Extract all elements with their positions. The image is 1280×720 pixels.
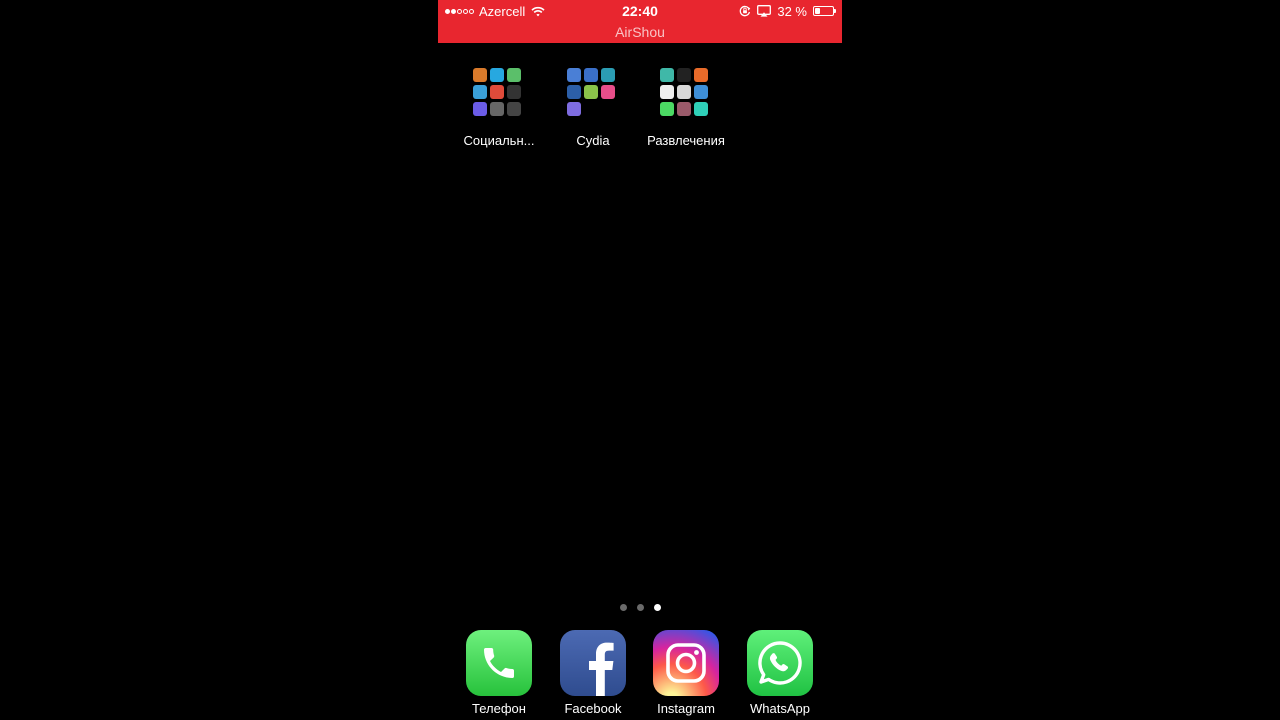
folder-mini-app-icon bbox=[507, 102, 521, 116]
folder-mini-app-icon bbox=[490, 102, 504, 116]
folder-social[interactable]: Социальн... bbox=[452, 68, 546, 148]
folder-mini-app-icon bbox=[677, 102, 691, 116]
folder-mini-app-icon bbox=[660, 68, 674, 82]
app-label: Facebook bbox=[564, 701, 622, 716]
folder-mini-app-icon bbox=[601, 85, 615, 99]
folder-icon bbox=[660, 68, 712, 120]
orientation-lock-icon bbox=[740, 5, 751, 17]
folder-label: Cydia bbox=[576, 133, 610, 148]
app-label: Телефон bbox=[472, 701, 526, 716]
app-label: Instagram bbox=[657, 701, 715, 716]
folder-mini-app-icon bbox=[584, 68, 598, 82]
battery-level bbox=[815, 8, 821, 14]
folder-mini-app-icon bbox=[490, 85, 504, 99]
folder-mini-app-icon bbox=[567, 102, 581, 116]
page-dot bbox=[653, 604, 661, 611]
folder-mini-app-icon bbox=[490, 68, 504, 82]
folder-mini-app-icon bbox=[601, 68, 615, 82]
app-label: WhatsApp bbox=[750, 701, 810, 716]
folder-mini-app-icon bbox=[507, 85, 521, 99]
folder-mini-app-icon bbox=[567, 85, 581, 99]
folder-mini-app-icon bbox=[660, 85, 674, 99]
folder-mini-app-icon bbox=[660, 102, 674, 116]
status-bar: Azercell 22:40 32 % AirShou bbox=[438, 0, 842, 43]
folder-mini-app-icon bbox=[473, 85, 487, 99]
folder-mini-app-icon bbox=[473, 102, 487, 116]
folder-mini-app-icon bbox=[507, 68, 521, 82]
folder-mini-app-icon bbox=[694, 102, 708, 116]
folder-mini-app-icon bbox=[567, 68, 581, 82]
dock-app-whatsapp[interactable]: WhatsApp bbox=[733, 630, 827, 716]
dock-app-phone[interactable]: Телефон bbox=[452, 630, 546, 716]
facebook-icon bbox=[560, 630, 626, 696]
recording-app-label: AirShou bbox=[615, 24, 665, 40]
folder-mini-app-icon bbox=[694, 68, 708, 82]
folder-mini-app-icon bbox=[677, 85, 691, 99]
status-right: 32 % bbox=[739, 3, 836, 19]
page-dot bbox=[636, 604, 644, 611]
phone-screen: Azercell 22:40 32 % AirShou Социальн... … bbox=[438, 0, 842, 720]
battery-icon bbox=[813, 6, 836, 16]
dock-app-instagram[interactable]: Instagram bbox=[639, 630, 733, 716]
instagram-icon bbox=[653, 630, 719, 696]
page-indicator[interactable] bbox=[438, 604, 842, 611]
airplay-icon bbox=[757, 5, 772, 17]
folder-mini-app-icon bbox=[473, 68, 487, 82]
dock-app-facebook[interactable]: Facebook bbox=[546, 630, 640, 716]
whatsapp-icon bbox=[747, 630, 813, 696]
phone-icon bbox=[466, 630, 532, 696]
dock: Телефон Facebook Instagram WhatsApp bbox=[438, 618, 842, 720]
folder-icon bbox=[567, 68, 619, 120]
folder-entertainment[interactable]: Развлечения bbox=[639, 68, 733, 148]
folder-label: Развлечения bbox=[647, 133, 725, 148]
page-dot bbox=[619, 604, 627, 611]
folder-label: Социальн... bbox=[463, 133, 535, 148]
battery-percent: 32 % bbox=[777, 3, 807, 19]
folder-icon bbox=[473, 68, 525, 120]
folder-cydia[interactable]: Cydia bbox=[546, 68, 640, 148]
folder-mini-app-icon bbox=[677, 68, 691, 82]
folder-mini-app-icon bbox=[694, 85, 708, 99]
folder-mini-app-icon bbox=[584, 85, 598, 99]
